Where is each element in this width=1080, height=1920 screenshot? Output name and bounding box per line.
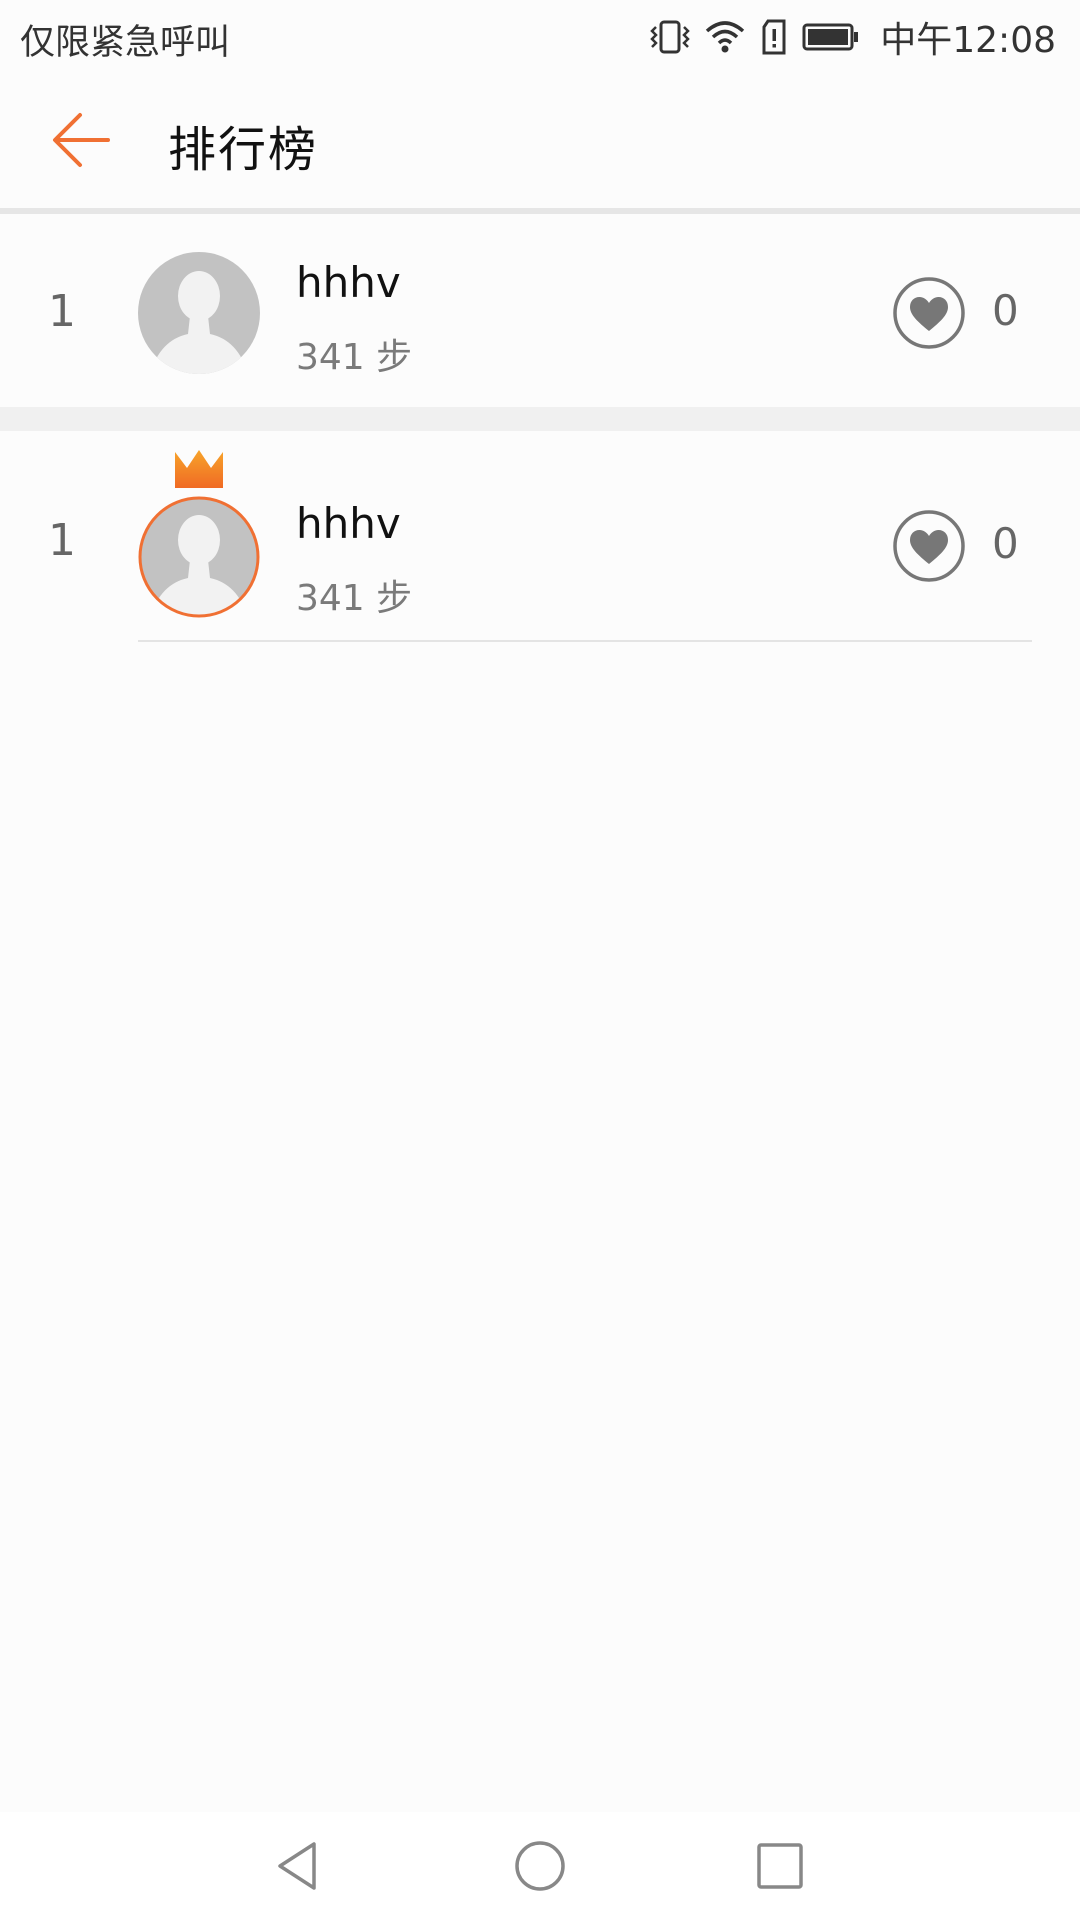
sim-alert-icon: [762, 19, 786, 55]
heart-icon[interactable]: [892, 276, 966, 350]
rank-number: 1: [48, 286, 76, 337]
step-count: 341 步: [296, 578, 413, 619]
vibrate-icon: [650, 20, 691, 54]
avatar[interactable]: [138, 252, 260, 374]
app-bar: 排行榜: [0, 74, 1080, 210]
leaderboard-row[interactable]: 1 hhhv 341 步 0: [0, 431, 1080, 641]
heart-icon[interactable]: [892, 509, 966, 583]
back-arrow-icon[interactable]: [44, 102, 120, 178]
system-nav-bar: [0, 1812, 1080, 1920]
battery-icon: [802, 23, 859, 51]
carrier-status-text: 仅限紧急呼叫: [20, 23, 231, 63]
status-time: 中午12:08: [880, 20, 1056, 61]
crown-icon: [175, 450, 223, 488]
wifi-icon: [706, 21, 745, 53]
step-count: 341 步: [296, 337, 413, 378]
user-name: hhhv: [296, 258, 401, 307]
like-count: 0: [992, 286, 1019, 335]
like-count: 0: [992, 519, 1019, 568]
rank-number: 1: [48, 515, 76, 566]
avatar[interactable]: [138, 496, 260, 618]
status-icons: 中午12:08: [650, 12, 1056, 62]
section-separator: [0, 407, 1080, 431]
my-rank-row[interactable]: 1 hhhv 341 步 0: [0, 214, 1080, 407]
leaderboard-screen: 仅限紧急呼叫 中午12:08 排行榜 1 hhhv 341 步 0 1 hhhv…: [0, 0, 1080, 1920]
page-title: 排行榜: [168, 122, 319, 178]
home-circle-icon[interactable]: [510, 1836, 570, 1896]
user-name: hhhv: [296, 499, 401, 548]
row-divider: [138, 640, 1032, 642]
back-triangle-icon[interactable]: [270, 1836, 330, 1896]
recents-square-icon[interactable]: [750, 1836, 810, 1896]
status-bar: 仅限紧急呼叫 中午12:08: [0, 0, 1080, 74]
